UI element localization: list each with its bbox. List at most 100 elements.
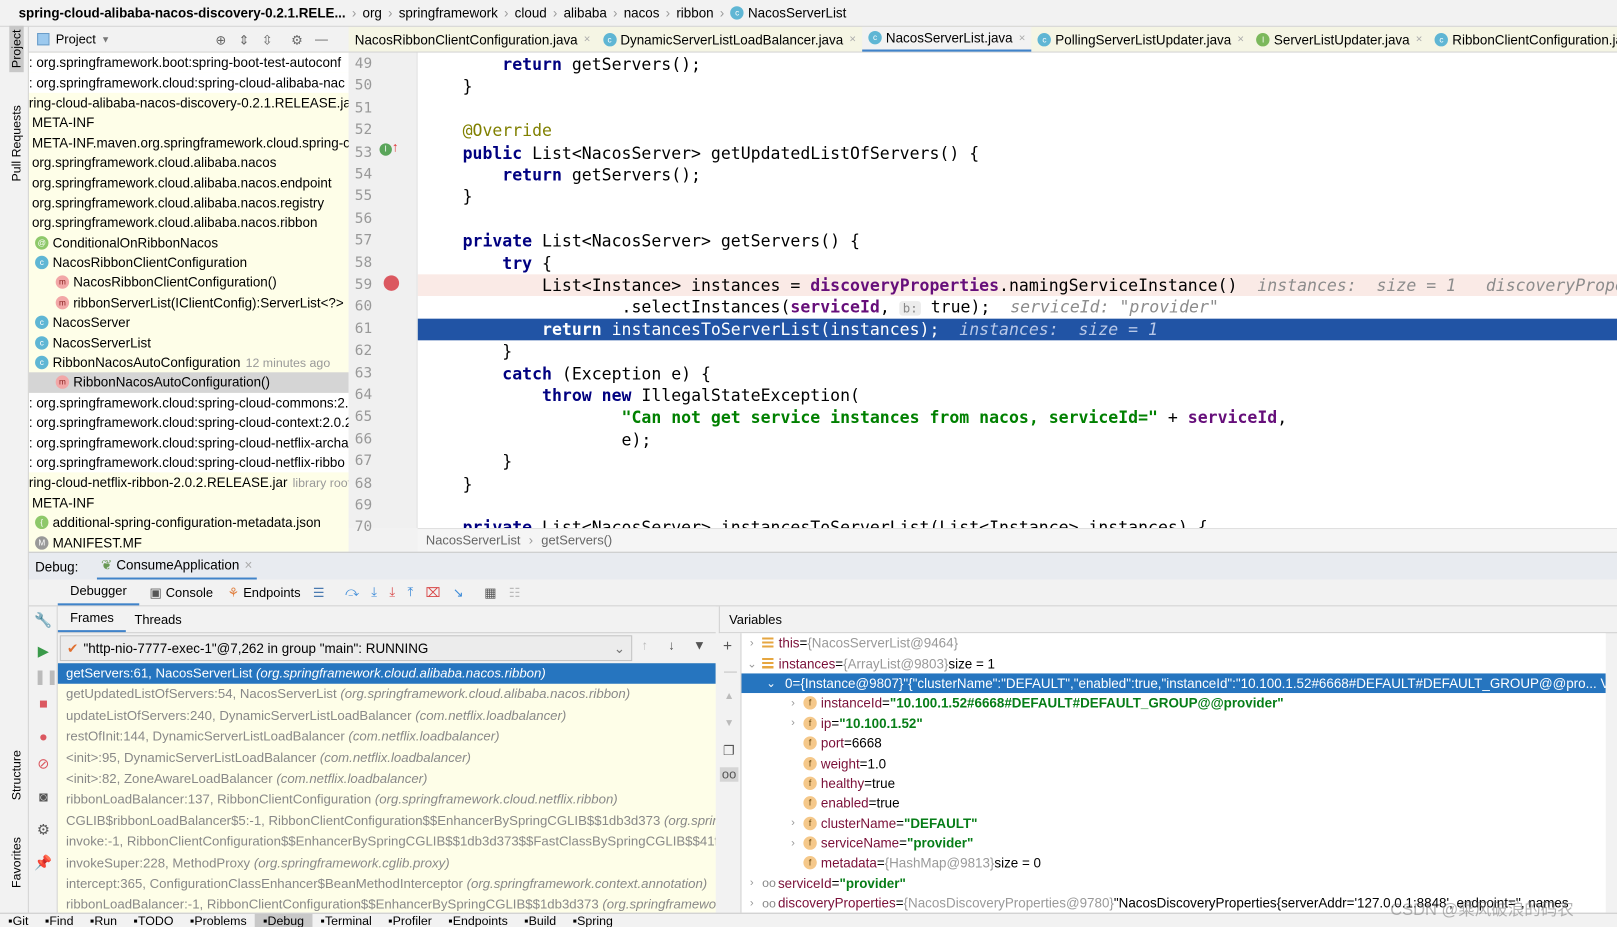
tree-item[interactable]: : org.springframework.cloud:spring-cloud…: [28, 392, 349, 413]
tree-item[interactable]: META-INF: [29, 113, 349, 133]
step-over-icon[interactable]: ⤼: [345, 585, 359, 600]
tab-serverlistupdater[interactable]: I ServerListUpdater.java ×: [1250, 27, 1428, 52]
variable-row[interactable]: › f clusterName = "DEFAULT": [742, 813, 1606, 833]
wrench-icon[interactable]: 🔧: [34, 611, 53, 630]
add-watch-icon[interactable]: +: [723, 637, 732, 655]
copy-icon[interactable]: ❐: [723, 743, 735, 758]
layout-menu-icon[interactable]: ☰: [313, 585, 325, 600]
settings-icon[interactable]: ⚙: [34, 820, 53, 839]
variable-row[interactable]: f weight = 1.0: [742, 753, 1606, 773]
tool-window-todo[interactable]: ▪ TODO: [125, 914, 181, 927]
tree-item[interactable]: org.springframework.cloud.alibaba.nacos.…: [29, 213, 349, 233]
next-frame-icon[interactable]: ↓: [668, 638, 674, 652]
stack-frame[interactable]: ribbonLoadBalancer:137, RibbonClientConf…: [58, 789, 716, 810]
tree-item[interactable]: m ribbonServerList(IClientConfig):ServerL…: [29, 293, 349, 313]
expand-chevron-icon[interactable]: ›: [787, 697, 799, 709]
tab-pollingserverlistupdater[interactable]: c PollingServerListUpdater.java ×: [1032, 27, 1251, 52]
stack-frame[interactable]: invoke:-1, RibbonClientConfiguration$$En…: [58, 831, 716, 852]
variable-row[interactable]: › this = {NacosServerList@9464}: [742, 633, 1606, 653]
run-to-cursor-icon[interactable]: ↘: [453, 585, 464, 600]
pull-requests-tool-button[interactable]: Pull Requests: [9, 105, 23, 181]
minimize-icon[interactable]: —: [315, 32, 328, 46]
step-out-icon[interactable]: ⤒: [407, 585, 413, 600]
close-icon[interactable]: ×: [1237, 33, 1244, 45]
variable-row[interactable]: › f serviceName = "provider": [742, 833, 1606, 853]
close-icon[interactable]: ×: [1019, 31, 1026, 43]
project-view-selector[interactable]: Project: [56, 32, 96, 46]
tree-item[interactable]: org.springframework.cloud.alibaba.nacos: [29, 153, 349, 173]
step-into-icon[interactable]: ⤓: [371, 585, 377, 600]
tab-dynamicserverlistloadbalancer[interactable]: c DynamicServerListLoadBalancer.java ×: [597, 27, 863, 52]
debug-session-tab[interactable]: ❦ ConsumeApplication ×: [96, 553, 257, 580]
expand-chevron-icon[interactable]: ›: [746, 877, 758, 889]
tool-window-git[interactable]: ▪ Git: [0, 914, 37, 927]
variable-row[interactable]: › f ip = "10.100.1.52": [742, 713, 1606, 733]
expand-chevron-icon[interactable]: ›: [787, 717, 799, 729]
project-tool-button[interactable]: Project: [9, 25, 24, 73]
tool-window-terminal[interactable]: ▪ Terminal: [312, 914, 380, 927]
stack-frame[interactable]: <init>:82, ZoneAwareLoadBalancer (com.ne…: [58, 768, 716, 789]
breadcrumb-item[interactable]: springframework: [399, 5, 498, 20]
close-icon[interactable]: ×: [584, 33, 591, 45]
variable-row[interactable]: f metadata = {HashMap@9813} size = 0: [742, 853, 1606, 873]
tree-item[interactable]: {additional-spring-configuration-metadat…: [29, 513, 349, 533]
endpoints-tab[interactable]: Endpoints: [243, 585, 300, 599]
expand-chevron-icon[interactable]: ⌄: [766, 677, 776, 690]
mute-breakpoints-icon[interactable]: ⊘: [34, 754, 53, 773]
tool-window-find[interactable]: ▪ Find: [37, 914, 82, 927]
chevron-down-icon[interactable]: ▼: [101, 34, 110, 44]
close-icon[interactable]: ×: [1416, 33, 1423, 45]
expand-chevron-icon[interactable]: ›: [746, 897, 758, 909]
console-tab[interactable]: Console: [166, 585, 213, 599]
tree-item[interactable]: META-INF: [29, 493, 349, 513]
tool-window-endpoints[interactable]: ▪ Endpoints: [440, 914, 516, 927]
breadcrumb-item[interactable]: cloud: [515, 5, 547, 20]
implements-marker-icon[interactable]: I: [379, 143, 392, 156]
locate-icon[interactable]: ⊕: [215, 31, 226, 46]
tree-item[interactable]: m NacosRibbonClientConfiguration(): [29, 273, 349, 293]
tree-item[interactable]: org.springframework.cloud.alibaba.nacos.…: [29, 193, 349, 213]
force-step-into-icon[interactable]: ⤓: [389, 585, 395, 600]
pause-icon[interactable]: ❚❚: [34, 667, 58, 686]
collapse-all-icon[interactable]: ⇳: [262, 31, 273, 46]
tree-item[interactable]: @ ConditionalOnRibbonNacos: [29, 233, 349, 253]
move-down-icon[interactable]: ▼: [724, 718, 734, 729]
tree-item[interactable]: META-INF.maven.org.springframework.cloud…: [29, 133, 349, 153]
tool-window-spring[interactable]: ▪ Spring: [564, 914, 621, 927]
variable-row[interactable]: ⌄ 0 = {Instance@9807} "{"clusterName":"DE…: [741, 673, 1606, 694]
breadcrumb-item[interactable]: alibaba: [564, 5, 607, 20]
debugger-tab[interactable]: Debugger: [57, 580, 140, 606]
tree-item[interactable]: : org.springframework.cloud:spring-cloud…: [28, 432, 349, 453]
variable-row[interactable]: f enabled = true: [742, 793, 1606, 813]
tree-item[interactable]: c NacosServer: [29, 313, 349, 333]
gear-icon[interactable]: ⚙: [291, 31, 303, 46]
breadcrumb-item[interactable]: NacosServerList: [748, 5, 846, 20]
tab-frames[interactable]: Frames: [57, 606, 127, 633]
breadcrumb-item[interactable]: spring-cloud-alibaba-nacos-discovery-0.2…: [19, 5, 346, 20]
tree-item[interactable]: c RibbonNacosAutoConfiguration 12 minutes …: [29, 353, 349, 373]
crumb-class[interactable]: NacosServerList: [426, 533, 521, 547]
variable-row[interactable]: › f instanceId = "10.100.1.52#6668#DEFAULT…: [742, 693, 1606, 713]
crumb-method[interactable]: getServers(): [541, 533, 612, 547]
watches-glasses-icon[interactable]: oo: [719, 767, 739, 782]
tree-item[interactable]: ring-cloud-alibaba-nacos-discovery-0.2.1…: [29, 93, 349, 113]
expand-chevron-icon[interactable]: ›: [746, 637, 758, 649]
tree-item[interactable]: c NacosServerList: [29, 333, 349, 353]
tree-item[interactable]: : org.springframework.cloud:spring-cloud…: [28, 452, 349, 473]
stack-frame[interactable]: invokeSuper:228, MethodProxy (org.spring…: [58, 852, 716, 873]
breadcrumb-item[interactable]: org: [362, 5, 381, 20]
tab-nacosribbonclientconfiguration[interactable]: NacosRibbonClientConfiguration.java ×: [349, 27, 597, 52]
stack-frame[interactable]: restOfInit:144, DynamicServerListLoadBal…: [58, 726, 716, 747]
previous-frame-icon[interactable]: ↑: [641, 638, 647, 652]
view-breakpoints-icon[interactable]: ●: [34, 727, 53, 746]
tab-threads[interactable]: Threads: [126, 612, 190, 626]
stack-frame[interactable]: ribbonLoadBalancer:-1, RibbonClientConfi…: [58, 894, 716, 912]
pin-icon[interactable]: 📌: [34, 853, 53, 872]
tree-item[interactable]: org.springframework.cloud.alibaba.nacos.…: [29, 173, 349, 193]
breakpoint-icon[interactable]: [383, 275, 400, 291]
drop-frame-icon[interactable]: ⌧: [426, 585, 441, 600]
breadcrumb-item[interactable]: nacos: [624, 5, 660, 20]
stack-frame[interactable]: intercept:365, ConfigurationClassEnhance…: [58, 873, 716, 894]
tool-window-run[interactable]: ▪ Run: [82, 914, 126, 927]
tool-window-debug[interactable]: ▪ Debug: [254, 913, 313, 927]
